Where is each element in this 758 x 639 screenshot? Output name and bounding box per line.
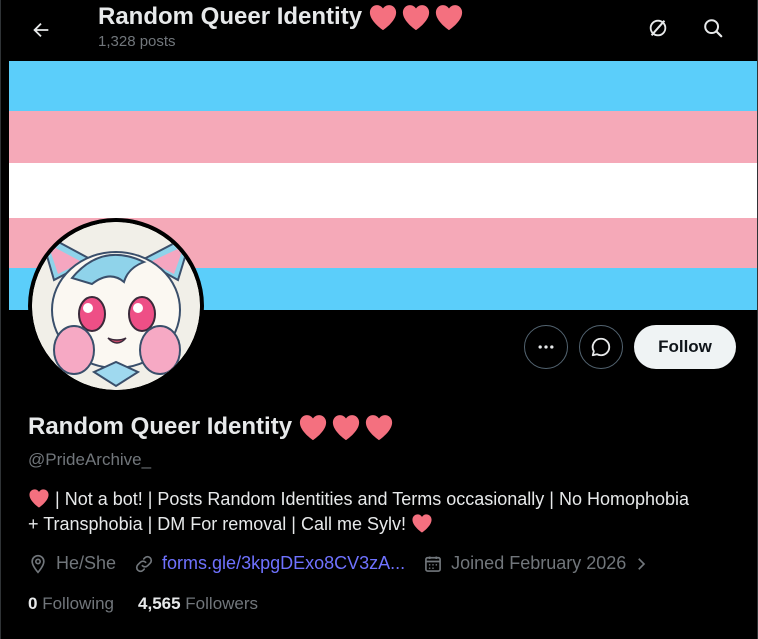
following-count: 0 (28, 594, 38, 613)
profile-bio: | Not a bot! | Posts Random Identities a… (28, 487, 743, 537)
location-icon (31, 554, 45, 574)
heart-icon (365, 415, 393, 441)
profile-meta: He/She forms.gle/3kpgDExo8CV3zA... Joine… (28, 553, 668, 574)
followers-label: Followers (185, 594, 259, 613)
post-count: 1,328 posts (98, 33, 176, 50)
more-button[interactable] (524, 325, 568, 369)
banner-white-stripe (9, 163, 757, 223)
search-icon (704, 19, 723, 38)
pronouns-item: He/She (28, 553, 116, 574)
bio-line: + Transphobia | DM For removal | Call me… (28, 512, 743, 537)
bio-line: | Not a bot! | Posts Random Identities a… (28, 487, 743, 512)
link-icon (135, 555, 153, 572)
grok-icon (649, 19, 667, 37)
profile-name-row: Random Queer Identity (28, 413, 394, 441)
following-link[interactable]: 0 Following (28, 594, 114, 614)
profile-name: Random Queer Identity (28, 413, 293, 440)
header-title: Random Queer Identity (98, 3, 363, 30)
message-button[interactable] (579, 325, 623, 369)
profile-page: Random Queer Identity 1,328 posts Follow… (0, 0, 758, 639)
following-label: Following (42, 594, 115, 613)
banner-pink-stripe (9, 111, 757, 163)
search-button[interactable] (693, 8, 733, 48)
avatar[interactable] (28, 218, 204, 394)
heart-icon (402, 5, 430, 31)
header-title-block: Random Queer Identity 1,328 posts (98, 3, 464, 50)
heart-icon (412, 514, 432, 533)
back-button[interactable] (21, 10, 61, 50)
followers-link[interactable]: 4,565 Followers (138, 594, 258, 614)
grok-button[interactable] (638, 8, 678, 48)
joined-text: Joined February 2026 (451, 553, 627, 573)
more-icon (538, 345, 554, 349)
profile-stats: 0 Following 4,565 Followers (28, 594, 282, 614)
chevron-right-icon (638, 557, 646, 570)
joined-item[interactable]: Joined February 2026 (423, 553, 650, 574)
name-hearts (298, 413, 394, 441)
follow-button[interactable]: Follow (634, 325, 736, 369)
heart-icon (299, 415, 327, 441)
profile-handle: @PrideArchive_ (28, 450, 152, 469)
message-icon (591, 337, 611, 357)
calendar-icon (425, 556, 442, 572)
avatar-image (32, 222, 200, 390)
link-item[interactable]: forms.gle/3kpgDExo8CV3zA... (134, 553, 405, 574)
heart-icon (332, 415, 360, 441)
heart-icon (29, 489, 49, 508)
header-hearts (368, 3, 464, 31)
back-arrow-icon (33, 22, 49, 38)
heart-icon (435, 5, 463, 31)
top-bar: Random Queer Identity 1,328 posts (1, 0, 757, 60)
bio-text: | Not a bot! | Posts Random Identities a… (55, 489, 690, 509)
pronouns-text: He/She (56, 553, 117, 573)
profile-link[interactable]: forms.gle/3kpgDExo8CV3zA... (162, 553, 405, 574)
bio-text: + Transphobia | DM For removal | Call me… (28, 514, 406, 534)
heart-icon (369, 5, 397, 31)
followers-count: 4,565 (138, 594, 181, 613)
